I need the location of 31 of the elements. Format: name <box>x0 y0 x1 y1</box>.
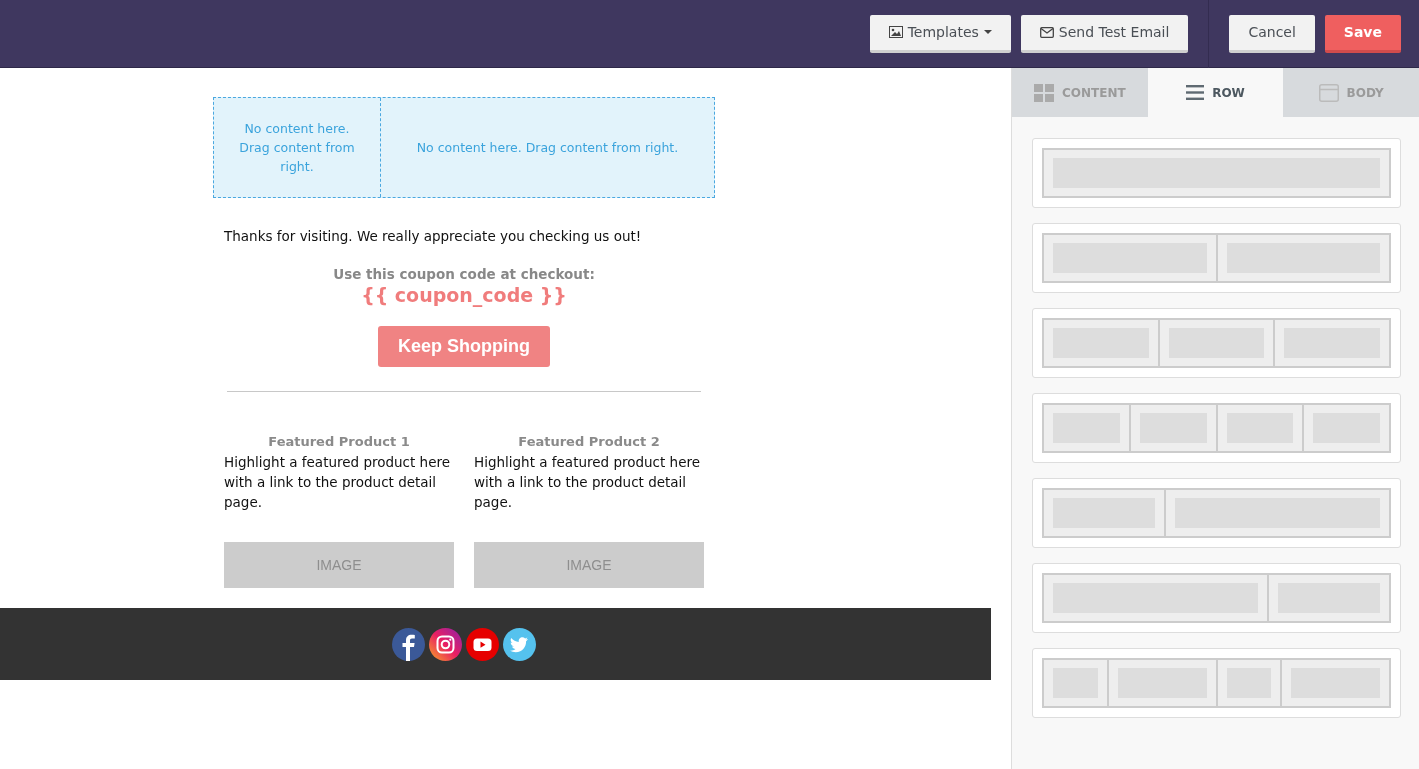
youtube-icon[interactable] <box>466 627 499 661</box>
row-layout-option[interactable] <box>1032 563 1401 633</box>
send-test-email-button[interactable]: Send Test Email <box>1020 14 1189 53</box>
menu-icon <box>1186 85 1205 100</box>
image-label: IMAGE <box>566 557 612 573</box>
product-description: Highlight a featured product here with a link to the product detail page. <box>474 453 702 512</box>
window-icon <box>1318 83 1339 102</box>
message-text: Thanks for visiting. We really appreciate you checking us out! <box>224 228 643 244</box>
cancel-button[interactable]: Cancel <box>1229 14 1315 53</box>
image-icon <box>888 26 903 38</box>
row-layout-option[interactable] <box>1032 138 1401 208</box>
row-layout-option[interactable] <box>1032 393 1401 463</box>
instagram-icon[interactable] <box>429 627 462 661</box>
row-layout-option[interactable] <box>1032 648 1401 718</box>
drop-hint-text: No content here. Drag content from right. <box>416 139 679 157</box>
product-description: Highlight a featured product here with a link to the product detail page. <box>224 453 452 512</box>
coupon-code: {{ coupon_code }} <box>360 284 568 306</box>
templates-button[interactable]: Templates <box>869 14 1011 53</box>
drop-hint-text: No content here. Drag content from right. <box>238 120 356 176</box>
facebook-icon[interactable] <box>392 627 425 661</box>
image-label: IMAGE <box>316 557 362 573</box>
product-title: Featured Product 1 <box>267 434 411 449</box>
grid-icon <box>1034 83 1054 102</box>
caret-icon <box>983 30 992 34</box>
coupon-label: Use this coupon code at checkout: <box>332 266 596 282</box>
row-layout-option[interactable] <box>1032 308 1401 378</box>
row-layout-option[interactable] <box>1032 223 1401 293</box>
product-title: Featured Product 2 <box>517 434 661 449</box>
envelope-icon <box>1039 26 1054 38</box>
row-layout-option[interactable] <box>1032 478 1401 548</box>
bird-icon[interactable] <box>503 627 536 661</box>
